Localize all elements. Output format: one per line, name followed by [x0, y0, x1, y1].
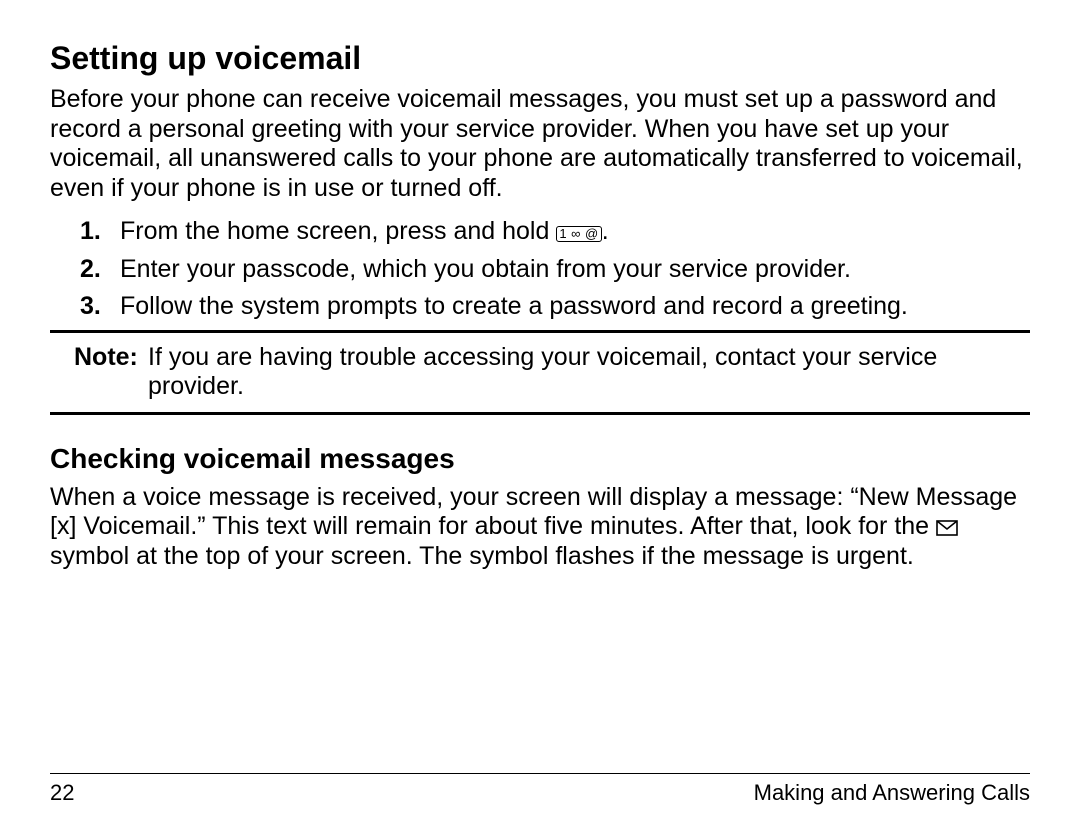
section-heading: Checking voicemail messages: [50, 443, 1030, 475]
section-name: Making and Answering Calls: [754, 780, 1030, 806]
note-text: If you are having trouble accessing your…: [148, 343, 937, 401]
list-item: 3. Follow the system prompts to create a…: [50, 292, 1030, 322]
step-text: Enter your passcode, which you obtain fr…: [120, 255, 851, 283]
step-number: 3.: [80, 292, 101, 322]
envelope-icon: [936, 520, 958, 536]
page-title: Setting up voicemail: [50, 40, 1030, 77]
step-number: 1.: [80, 217, 101, 247]
paragraph-text: symbol at the top of your screen. The sy…: [50, 542, 914, 570]
page-footer: 22 Making and Answering Calls: [50, 773, 1030, 806]
list-item: 1. From the home screen, press and hold …: [50, 217, 1030, 247]
step-text: From the home screen, press and hold: [120, 217, 556, 245]
list-item: 2. Enter your passcode, which you obtain…: [50, 255, 1030, 285]
voicemail-key-icon: 1 ∞ @: [556, 226, 601, 242]
step-number: 2.: [80, 255, 101, 285]
note-label: Note:: [74, 343, 138, 373]
steps-list: 1. From the home screen, press and hold …: [50, 217, 1030, 322]
paragraph-text: When a voice message is received, your s…: [50, 483, 1017, 541]
page-number: 22: [50, 780, 74, 806]
step-text: Follow the system prompts to create a pa…: [120, 292, 908, 320]
step-text: .: [602, 217, 609, 245]
checking-paragraph: When a voice message is received, your s…: [50, 483, 1030, 572]
note-block: Note: If you are having trouble accessin…: [50, 330, 1030, 415]
intro-paragraph: Before your phone can receive voicemail …: [50, 85, 1030, 203]
